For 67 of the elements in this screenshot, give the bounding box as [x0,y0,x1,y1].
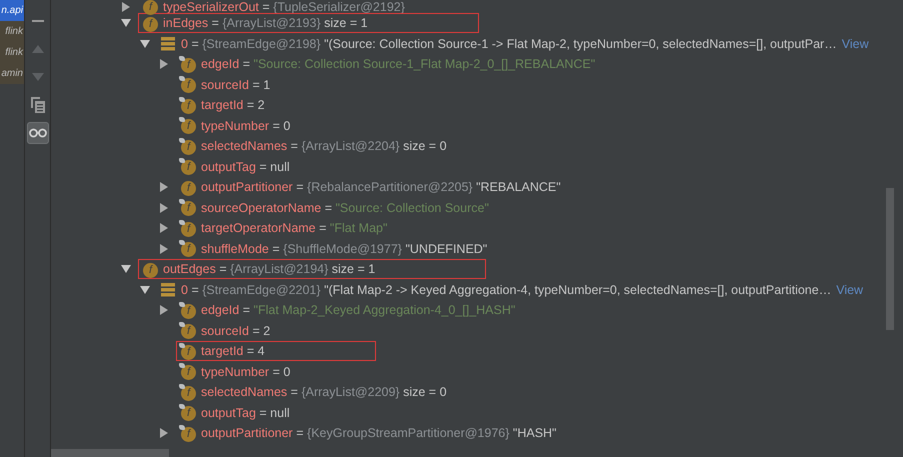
variable-text: outputTag = null [201,160,290,174]
variable-text: 0 = {StreamEdge@2198} "(Source: Collection Source-1 -> Flat Map-2, typeNumber=0, selectedNames=[], outputPar… [181,36,837,51]
variable-text: targetId = 2 [201,98,265,112]
variable-text: inEdges = {ArrayList@2193} size = 1 [163,16,368,30]
collapse-arrow-icon[interactable] [140,284,150,295]
field-icon: f [179,322,196,340]
project-item[interactable]: flink [0,21,24,42]
variable-text: selectedNames = {ArrayList@2209} size = 0 [201,385,447,400]
expand-arrow-icon[interactable] [159,428,169,438]
field-icon: f [179,424,196,442]
field-icon: f [179,56,196,73]
field-icon: f [141,14,158,32]
expand-arrow-icon[interactable] [159,305,169,316]
field-icon: f [179,384,196,401]
field-icon: f [179,240,196,258]
expand-arrow-icon[interactable] [159,223,169,234]
variable-text: targetOperatorName = "Flat Map" [201,221,388,236]
variable-text: typeNumber = 0 [201,118,290,133]
variable-text: edgeId = "Source: Collection Source-1_Flat Map-2_0_[]_REBALANCE" [201,57,596,72]
expand-arrow-icon[interactable] [159,182,169,192]
collapse-arrow-icon[interactable] [121,18,131,28]
field-icon: f [179,96,196,114]
watches-button[interactable] [26,122,48,144]
field-icon: f [179,342,196,360]
field-icon: f [141,260,158,278]
variable-text: typeSerializerOut = {TupleSerializer@2192} [163,0,405,14]
variable-text: sourceOperatorName = "Source: Collection Source" [201,200,489,215]
field-icon: f [179,199,196,216]
field-icon: f [179,178,196,196]
collapse-arrow-icon[interactable] [140,38,150,49]
variable-text: outputPartitioner = {KeyGroupStreamPartitioner@1976} "HASH" [201,426,556,440]
variable-text: sourceId = 2 [201,324,270,338]
variable-text: typeNumber = 0 [201,364,290,379]
field-icon: f [179,138,196,155]
variable-text: outputTag = null [201,406,290,420]
variable-text: 0 = {StreamEdge@2201} "(Flat Map-2 -> Keyed Aggregation-4, typeNumber=0, selectedNames=[], outputPartitione… [181,282,832,297]
project-item[interactable]: amin [0,63,24,84]
array-element-icon [160,36,176,51]
field-icon: f [141,0,158,15]
field-icon: f [179,404,196,422]
horizontal-scrollbar[interactable] [51,449,169,457]
view-link[interactable]: View [842,36,869,51]
field-icon: f [179,220,196,237]
variable-text: targetId = 4 [201,344,265,358]
project-item[interactable]: n.api [0,0,24,21]
array-element-icon [160,282,176,297]
variable-text: outputPartitioner = {RebalancePartitioner@2205} "REBALANCE" [201,180,561,194]
expand-arrow-icon[interactable] [159,59,169,70]
field-icon: f [179,158,196,176]
variable-text: edgeId = "Flat Map-2_Keyed Aggregation-4_0_[]_HASH" [201,303,516,318]
field-icon: f [179,117,196,134]
expand-arrow-icon[interactable] [121,2,131,12]
view-link[interactable]: View [836,282,864,297]
glasses-icon [28,128,46,138]
field-icon: f [179,76,196,94]
collapse-arrow-icon[interactable] [121,264,131,274]
field-icon: f [179,302,196,319]
variable-text: sourceId = 1 [201,78,270,92]
copy-icon [30,97,44,113]
variable-text: outEdges = {ArrayList@2194} size = 1 [163,262,376,276]
expand-arrow-icon[interactable] [159,244,169,254]
variable-text: shuffleMode = {ShuffleMode@1977} "UNDEFINED" [201,242,488,256]
variable-text: selectedNames = {ArrayList@2204} size = 0 [201,139,447,154]
project-item[interactable]: flink [0,42,24,63]
field-icon: f [179,363,196,380]
vertical-scrollbar[interactable] [886,188,894,330]
expand-arrow-icon[interactable] [159,202,169,213]
